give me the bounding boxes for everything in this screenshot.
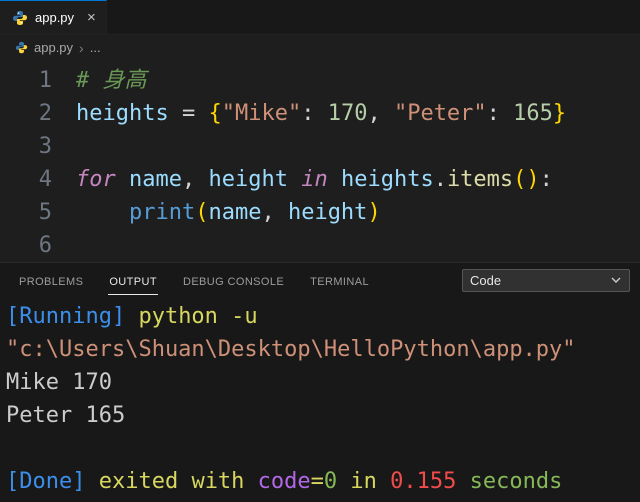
breadcrumb-more[interactable]: ...: [90, 40, 101, 55]
code-token: height: [208, 167, 288, 192]
code-token: .: [433, 167, 447, 192]
output-token: =: [310, 469, 324, 494]
python-file-icon: [12, 10, 28, 26]
bottom-panel: PROBLEMS OUTPUT DEBUG CONSOLE TERMINAL Code…: [0, 262, 640, 502]
output-token: 0.155: [390, 469, 457, 494]
tab-label: app.py: [35, 10, 75, 25]
panel-tab-debug-console[interactable]: DEBUG CONSOLE: [182, 266, 285, 295]
chevron-down-icon: [610, 274, 622, 286]
code-token: ): [367, 200, 381, 225]
code-token: :: [539, 167, 553, 192]
output-line: [Done] exited with code=0 in 0.155 secon…: [6, 465, 640, 498]
code-line[interactable]: 1 # 身高: [0, 64, 640, 97]
close-tab-icon[interactable]: ×: [87, 10, 96, 25]
output-line: [Running] python -u: [6, 300, 640, 333]
code-token: {: [208, 101, 222, 126]
code-token: (): [513, 167, 540, 192]
python-file-icon: [15, 41, 28, 54]
vscode-window: app.py × app.py › ... 1 # 身高 2 heights = {"…: [0, 0, 640, 502]
code-token: name: [129, 167, 182, 192]
panel-tabs: PROBLEMS OUTPUT DEBUG CONSOLE TERMINAL: [18, 266, 370, 295]
output-token: Peter 165: [6, 403, 126, 428]
tab-bar: app.py ×: [0, 0, 640, 35]
output-line: Mike 170: [6, 366, 640, 399]
output-token: "c:\Users\Shuan\Desktop\HelloPython\app.…: [6, 337, 576, 362]
code-token: heights: [76, 101, 169, 126]
code-token: ,: [181, 167, 209, 192]
code-token: in: [301, 167, 328, 192]
code-token: name: [208, 200, 262, 225]
code-text: print(name, height): [76, 196, 381, 229]
line-number: 1: [38, 68, 52, 93]
breadcrumb-file[interactable]: app.py: [34, 40, 73, 55]
line-number: 4: [38, 167, 52, 192]
code-text: # 身高: [76, 64, 147, 97]
code-text: for name, height in heights.items():: [76, 163, 553, 196]
code-token: "Peter": [393, 101, 487, 126]
code-token: "Mike": [221, 101, 302, 126]
breadcrumb[interactable]: app.py › ...: [0, 35, 640, 60]
output-token: seconds: [456, 469, 563, 494]
panel-tab-output[interactable]: OUTPUT: [108, 266, 158, 295]
output-token: code: [257, 469, 311, 494]
line-number: 5: [38, 200, 52, 225]
code-editor[interactable]: 1 # 身高 2 heights = {"Mike": 170, "Peter": 1…: [0, 60, 640, 262]
tab-app-py[interactable]: app.py ×: [0, 0, 107, 34]
output-content[interactable]: [Running] python -u "c:\Users\Shuan\Deskt…: [0, 297, 640, 502]
code-token: =: [168, 101, 209, 126]
code-line[interactable]: 5 print(name, height): [0, 196, 640, 229]
line-number: 6: [38, 233, 52, 258]
output-token: python -u: [138, 304, 258, 329]
code-line[interactable]: 6: [0, 229, 640, 262]
code-token: :: [301, 101, 328, 126]
output-token: [Running]: [6, 304, 139, 329]
code-token: heights: [340, 167, 434, 192]
code-token: 170: [327, 101, 368, 126]
breadcrumb-separator-icon: ›: [79, 39, 84, 56]
panel-header: PROBLEMS OUTPUT DEBUG CONSOLE TERMINAL Code: [0, 263, 640, 297]
code-line[interactable]: 2 heights = {"Mike": 170, "Peter": 165}: [0, 97, 640, 130]
output-channel-select[interactable]: Code: [462, 268, 630, 292]
code-token: :: [486, 101, 514, 126]
code-token: items: [446, 167, 514, 192]
panel-tab-terminal[interactable]: TERMINAL: [309, 266, 370, 295]
code-token: }: [552, 101, 567, 126]
output-token: in: [337, 469, 391, 494]
output-token: 0: [323, 469, 338, 494]
code-token: height: [287, 200, 368, 225]
code-token: ,: [261, 200, 288, 225]
output-token: exited with: [85, 469, 258, 494]
output-channel-value: Code: [470, 272, 502, 288]
code-line[interactable]: 3: [0, 130, 640, 163]
code-token: print: [128, 200, 196, 225]
line-number: 3: [38, 134, 52, 159]
output-line: Peter 165: [6, 399, 640, 432]
code-token: # 身高: [76, 68, 147, 93]
output-token: Mike 170: [6, 370, 112, 395]
code-text: heights = {"Mike": 170, "Peter": 165}: [76, 97, 566, 130]
panel-tab-problems[interactable]: PROBLEMS: [18, 266, 84, 295]
code-token: ,: [367, 101, 394, 126]
code-token: 165: [513, 101, 553, 126]
code-line[interactable]: 4 for name, height in heights.items():: [0, 163, 640, 196]
code-token: for: [76, 167, 116, 192]
output-token: [Done]: [6, 469, 86, 494]
output-line: "c:\Users\Shuan\Desktop\HelloPython\app.…: [6, 333, 640, 366]
code-token: (: [195, 200, 209, 225]
line-number: 2: [38, 101, 52, 126]
